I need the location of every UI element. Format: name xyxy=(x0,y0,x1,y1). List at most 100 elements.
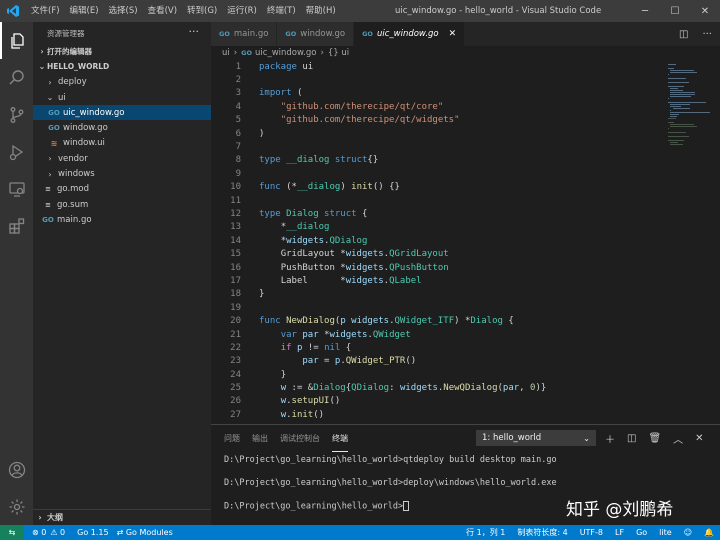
code-editor[interactable]: 1 package ui 2 3 import (4 "github.com/there… xyxy=(211,60,664,424)
tab-problems[interactable]: 问题 xyxy=(224,425,240,452)
split-terminal-icon[interactable]: ◫ xyxy=(627,433,636,444)
status-warnings[interactable]: ⚠ 0 xyxy=(50,528,65,537)
tree-item-go-mod[interactable]: ≡ go.mod xyxy=(33,182,211,197)
trash-icon[interactable]: 🗑 xyxy=(648,433,661,444)
terminal-select[interactable]: 1: hello_world ⌄ xyxy=(476,430,596,446)
close-icon[interactable]: ✕ xyxy=(690,0,720,22)
status-go-version[interactable]: Go 1.15 xyxy=(77,528,108,537)
tree-item-label: ui xyxy=(58,92,66,103)
menu-file[interactable]: 文件(F) xyxy=(26,0,65,22)
tab-label: window.go xyxy=(300,29,346,39)
menu-go[interactable]: 转到(G) xyxy=(182,0,222,22)
notifications-bell-icon[interactable]: 🔔 xyxy=(704,528,714,537)
menu-help[interactable]: 帮助(H) xyxy=(301,0,341,22)
chevron-right-icon: › xyxy=(48,154,52,164)
source-control-icon[interactable] xyxy=(0,96,33,133)
tree-item-ui[interactable]: ⌄ ui xyxy=(33,90,211,105)
go-file-icon: GO xyxy=(362,30,373,38)
minimap-line xyxy=(668,136,689,138)
explorer-icon[interactable] xyxy=(0,22,33,59)
settings-gear-icon[interactable] xyxy=(0,488,33,525)
go-file-icon: GO xyxy=(48,124,60,133)
tree-item-main-go[interactable]: GO main.go xyxy=(33,212,211,227)
status-indent[interactable]: 制表符长度: 4 xyxy=(517,527,567,538)
close-panel-icon[interactable]: ✕ xyxy=(695,433,703,444)
line-number: 6 xyxy=(235,128,241,139)
tab-window-go[interactable]: GO window.go xyxy=(277,22,355,46)
code-line: 9 xyxy=(211,167,664,180)
tree-item-windows[interactable]: › windows xyxy=(33,166,211,181)
minimize-icon[interactable]: ─ xyxy=(630,0,660,22)
tab-output[interactable]: 输出 xyxy=(252,425,268,452)
feedback-icon[interactable]: ☺ xyxy=(684,528,692,537)
tree-item-uic-window-go[interactable]: GO uic_window.go xyxy=(33,105,211,121)
breadcrumb-folder[interactable]: ui xyxy=(222,48,230,58)
search-icon[interactable] xyxy=(0,59,33,96)
status-errors[interactable]: ⊗ 0 xyxy=(32,528,46,537)
line-number: 25 xyxy=(230,383,241,394)
tree-item-vendor[interactable]: › vendor xyxy=(33,151,211,166)
minimap-line xyxy=(672,108,690,110)
code-text: *__dialog xyxy=(280,222,330,233)
chevron-down-icon: ⌄ xyxy=(583,433,590,443)
tree-item-label: windows xyxy=(58,169,95,180)
line-number: 9 xyxy=(235,168,241,179)
outline-section[interactable]: › 大纲 xyxy=(33,509,211,525)
tab-close-icon[interactable]: ✕ xyxy=(449,29,457,39)
line-number: 12 xyxy=(230,208,241,219)
panel-actions: ＋ ◫ 🗑 ︿ ✕ xyxy=(605,425,704,452)
minimap-line xyxy=(668,78,686,80)
tree-item-label: window.ui xyxy=(63,138,105,149)
tree-item-label: go.mod xyxy=(57,184,90,195)
menu-view[interactable]: 查看(V) xyxy=(143,0,182,22)
minimap-line xyxy=(668,128,669,130)
line-number: 27 xyxy=(230,409,241,420)
status-position[interactable]: 行 1，列 1 xyxy=(466,527,505,538)
more-actions-icon[interactable]: ··· xyxy=(702,29,712,40)
maximize-panel-icon[interactable]: ︿ xyxy=(673,431,683,446)
tab-debug-console[interactable]: 调试控制台 xyxy=(280,425,320,452)
breadcrumb-file[interactable]: uic_window.go xyxy=(255,48,316,58)
minimap[interactable] xyxy=(664,60,720,424)
code-text: var par *widgets.QWidget xyxy=(280,329,411,340)
status-bar: ⇆ ⊗ 0 ⚠ 0 Go 1.15 ⇄ Go Modules 行 1，列 1 制… xyxy=(0,525,720,540)
status-go-modules-label: Go Modules xyxy=(125,528,173,537)
line-number: 8 xyxy=(235,155,241,166)
remote-indicator-icon[interactable]: ⇆ xyxy=(0,525,24,540)
open-editors-section[interactable]: › 打开的编辑器 xyxy=(33,44,211,59)
menu-selection[interactable]: 选择(S) xyxy=(104,0,143,22)
status-lite[interactable]: lite xyxy=(659,528,672,537)
split-editor-icon[interactable]: ◫ xyxy=(679,29,688,40)
mod-file-icon: ≡ xyxy=(45,185,51,194)
tree-item-deploy[interactable]: › deploy xyxy=(33,75,211,90)
line-number: 13 xyxy=(230,222,241,233)
go-file-icon: GO xyxy=(219,30,230,38)
account-icon[interactable] xyxy=(0,451,33,488)
workspace-root[interactable]: ⌄ HELLO_WORLD xyxy=(33,59,211,74)
breadcrumb-symbol[interactable]: {} ui xyxy=(328,48,349,58)
status-eol[interactable]: LF xyxy=(615,528,624,537)
menu-edit[interactable]: 编辑(E) xyxy=(65,0,104,22)
tree-item-window-ui[interactable]: ≋ window.ui xyxy=(33,136,211,151)
tab-terminal[interactable]: 终端 xyxy=(332,425,348,452)
tab-main-go[interactable]: GO main.go xyxy=(211,22,278,46)
status-language[interactable]: Go xyxy=(636,528,647,537)
tree-item-go-sum[interactable]: ≡ go.sum xyxy=(33,197,211,212)
tree-item-label: go.sum xyxy=(57,199,89,210)
maximize-icon[interactable]: ☐ xyxy=(660,0,690,22)
extensions-icon[interactable] xyxy=(0,207,33,244)
menu-terminal[interactable]: 终端(T) xyxy=(262,0,301,22)
new-terminal-icon[interactable]: ＋ xyxy=(605,431,615,446)
more-actions-icon[interactable]: ··· xyxy=(189,25,200,38)
menu-run[interactable]: 运行(R) xyxy=(222,0,262,22)
status-encoding[interactable]: UTF-8 xyxy=(580,528,603,537)
code-line: 4 "github.com/therecipe/qt/core" xyxy=(211,100,664,113)
remote-explorer-icon[interactable] xyxy=(0,170,33,207)
tree-item-window-go[interactable]: GO window.go xyxy=(33,120,211,135)
code-line: 8 type __dialog struct{} xyxy=(211,154,664,167)
status-go-modules[interactable]: ⇄ Go Modules xyxy=(117,528,173,537)
code-line: 22 if p != nil { xyxy=(211,341,664,354)
run-debug-icon[interactable] xyxy=(0,133,33,170)
tab-uic-window-go[interactable]: GO uic_window.go ✕ xyxy=(354,22,466,46)
go-file-icon: GO xyxy=(42,215,54,224)
